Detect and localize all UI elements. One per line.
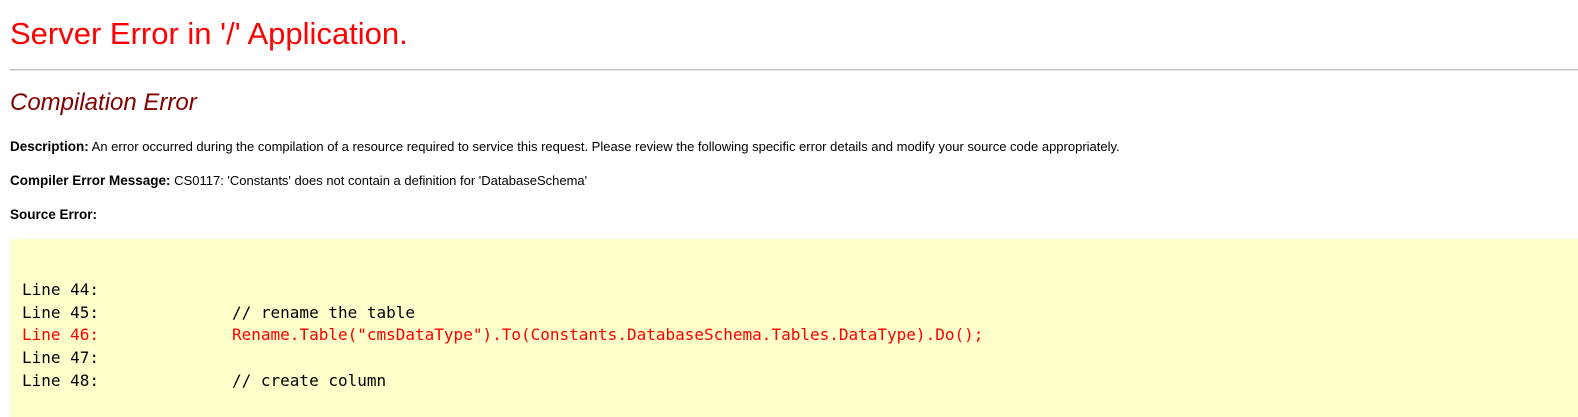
title-divider — [10, 69, 1578, 71]
error-subtitle: Compilation Error — [10, 89, 197, 116]
compiler-message-row: Compiler Error Message: CS0117: 'Constan… — [10, 173, 587, 188]
source-code-box: Line 44: Line 45: // rename the table Lin… — [10, 239, 1578, 417]
source-line-46-error: Line 46: Rename.Table("cmsDataType").To(C… — [22, 324, 983, 347]
description-text: An error occurred during the compilation… — [88, 139, 1120, 154]
compiler-message-text: CS0117: 'Constants' does not contain a d… — [170, 173, 588, 188]
description-row: Description: An error occurred during th… — [10, 139, 1120, 154]
source-line-47: Line 47: — [22, 347, 983, 370]
line-number: Line 48: — [22, 370, 100, 390]
source-error-row: Source Error: — [10, 207, 97, 222]
line-code: // create column — [232, 370, 387, 390]
line-number: Line 46: — [22, 325, 100, 345]
source-line-45: Line 45: // rename the table — [22, 302, 983, 325]
description-label: Description: — [10, 139, 89, 154]
source-line-48: Line 48: // create column — [22, 370, 983, 393]
line-number: Line 47: — [22, 348, 100, 368]
line-code: Rename.Table("cmsDataType").To(Constants… — [232, 325, 984, 345]
source-line-44: Line 44: — [22, 279, 983, 302]
error-page: Server Error in '/' Application. Compila… — [0, 0, 1578, 417]
line-code: // rename the table — [232, 302, 416, 322]
compiler-message-label: Compiler Error Message: — [10, 173, 171, 188]
page-title: Server Error in '/' Application. — [10, 16, 408, 51]
source-code-lines: Line 44: Line 45: // rename the table Lin… — [22, 279, 983, 393]
line-number: Line 44: — [22, 280, 100, 299]
line-number: Line 45: — [22, 302, 100, 322]
source-error-label: Source Error: — [10, 207, 98, 222]
